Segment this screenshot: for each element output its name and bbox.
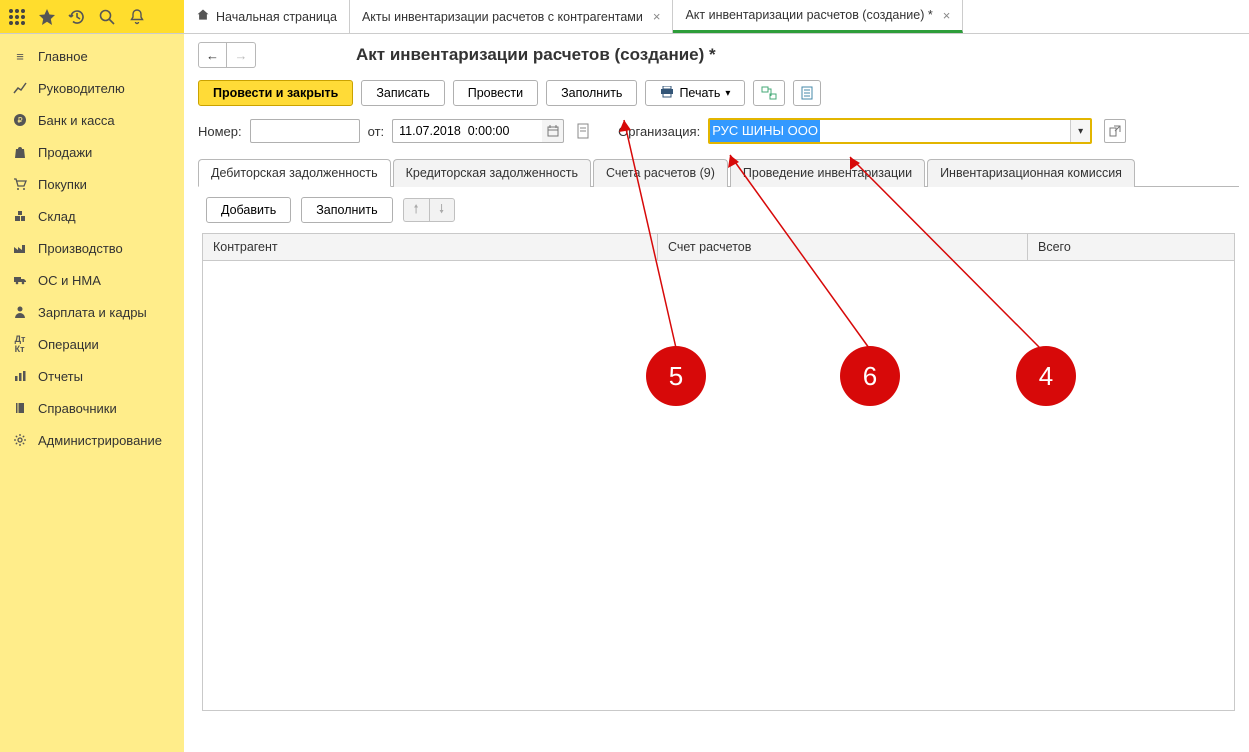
- annotation-marker-4: 4: [1016, 346, 1076, 406]
- annotation-marker-6: 6: [840, 346, 900, 406]
- annotation-marker-5: 5: [646, 346, 706, 406]
